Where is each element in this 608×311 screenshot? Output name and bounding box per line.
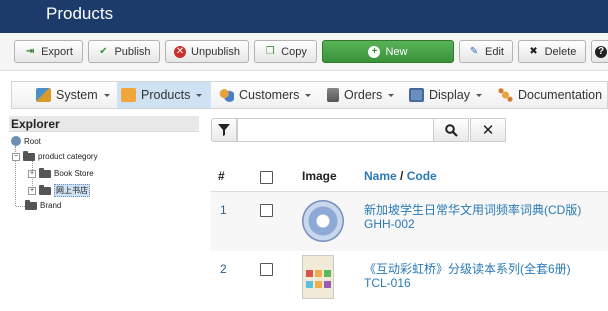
row-checkbox[interactable] — [260, 263, 273, 276]
folder-icon — [39, 184, 51, 195]
menu-orders[interactable]: Orders — [323, 82, 398, 108]
menu-products-label: Products — [141, 88, 191, 102]
edit-label: Edit — [485, 45, 504, 58]
folder-icon — [25, 199, 37, 210]
expand-icon: + — [28, 186, 36, 195]
publish-button[interactable]: ✔ Publish — [88, 40, 160, 63]
copy-label: Copy — [281, 45, 307, 58]
column-name-code[interactable]: Name / Code — [364, 169, 437, 183]
menu-customers-label: Customers — [239, 88, 300, 102]
copy-icon: ❐ — [265, 46, 275, 57]
column-image: Image — [302, 169, 337, 183]
plus-icon: + — [368, 45, 381, 58]
product-image[interactable] — [302, 255, 334, 299]
menu-customers[interactable]: Customers — [215, 82, 315, 108]
tree-node-root[interactable]: Root — [11, 136, 41, 146]
column-name-label: Name — [364, 169, 397, 183]
globe-icon — [11, 136, 21, 146]
export-icon: ⇥ — [25, 46, 35, 57]
tree-node-brand[interactable]: Brand — [25, 199, 62, 210]
page-header: Products — [0, 0, 608, 33]
filter-button[interactable] — [211, 118, 237, 142]
page-title: Products — [46, 4, 114, 23]
explorer-title: Explorer — [9, 116, 199, 132]
chevron-down-icon — [476, 93, 482, 97]
documentation-icon — [498, 88, 513, 102]
collapse-icon: − — [12, 152, 20, 161]
export-label: Export — [41, 45, 73, 58]
export-button[interactable]: ⇥ Export — [14, 40, 83, 63]
delete-button[interactable]: ✖ Delete — [518, 40, 586, 63]
edit-button[interactable]: ✎ Edit — [459, 40, 513, 63]
explorer-panel: Explorer Root − product category + Book … — [9, 116, 199, 311]
check-icon: ✔ — [99, 46, 108, 57]
menu-documentation[interactable]: Documentation — [494, 82, 608, 108]
display-icon — [409, 88, 424, 102]
chevron-down-icon — [388, 93, 395, 97]
menu-display-label: Display — [429, 88, 470, 102]
help-button[interactable]: ? — [591, 40, 608, 63]
tree-node-product-category-label: product category — [38, 152, 98, 161]
menu-documentation-label: Documentation — [518, 88, 603, 102]
new-button[interactable]: + New — [322, 40, 454, 63]
column-number: # — [218, 169, 225, 183]
row-number: 2 — [220, 262, 227, 276]
search-icon — [444, 123, 458, 137]
toolbar: ⇥ Export ✔ Publish ✕ Unpublish ❐ Copy + … — [0, 33, 608, 71]
tree-node-online-store-label: 网上书店 — [54, 184, 90, 197]
table-row: 1 新加坡学生日常华文用词频率词典(CD版) GHH-002 — [211, 192, 608, 251]
product-image[interactable] — [302, 200, 344, 242]
publish-label: Publish — [114, 45, 151, 58]
users-icon — [219, 88, 234, 102]
row-number: 1 — [220, 203, 227, 217]
delete-label: Delete — [544, 45, 577, 58]
menu-orders-label: Orders — [344, 88, 383, 102]
box-icon — [121, 88, 136, 102]
tree-node-book-store[interactable]: + Book Store — [28, 167, 94, 178]
tree-node-book-store-label: Book Store — [54, 169, 94, 178]
unpublish-label: Unpublish — [191, 45, 240, 58]
product-name-link[interactable]: 新加坡学生日常华文用词频率词典(CD版) — [364, 201, 581, 218]
folder-icon — [39, 167, 51, 178]
menu-system-label: System — [56, 88, 98, 102]
product-code-link[interactable]: TCL-016 — [364, 276, 411, 290]
column-code-label: Code — [406, 169, 437, 183]
new-label: New — [385, 45, 408, 58]
unpublish-button[interactable]: ✕ Unpublish — [165, 40, 249, 63]
copy-button[interactable]: ❐ Copy — [254, 40, 317, 63]
column-separator: / — [400, 169, 404, 183]
product-code-link[interactable]: GHH-002 — [364, 217, 415, 231]
row-checkbox[interactable] — [260, 204, 273, 217]
search-input[interactable] — [237, 118, 434, 142]
chevron-down-icon — [196, 93, 203, 97]
chevron-down-icon — [305, 93, 312, 97]
main-menu: System Products Customers Orders Display… — [11, 81, 608, 109]
menu-products[interactable]: Products — [117, 82, 211, 108]
tree-node-root-label: Root — [24, 136, 41, 146]
tree-node-brand-label: Brand — [40, 201, 62, 210]
table-row: 2 《互动彩虹桥》分级读本系列(全套6册) TCL-016 — [211, 251, 608, 310]
folder-icon — [23, 150, 35, 161]
unpublish-icon: ✕ — [174, 45, 187, 58]
filter-icon — [218, 124, 230, 136]
tree-node-online-store[interactable]: + 网上书店 — [28, 184, 90, 197]
close-icon: ✖ — [529, 46, 538, 57]
edit-icon: ✎ — [469, 46, 479, 57]
expand-icon: + — [28, 169, 36, 178]
chevron-down-icon — [103, 93, 110, 97]
clear-search-button[interactable]: ✕ — [470, 118, 506, 142]
select-all-checkbox[interactable] — [260, 171, 273, 184]
product-name-link[interactable]: 《互动彩虹桥》分级读本系列(全套6册) — [364, 260, 571, 277]
orders-icon — [327, 88, 339, 102]
menu-display[interactable]: Display — [405, 82, 486, 108]
table-header: # Image Name / Code — [211, 160, 608, 192]
tree-node-product-category[interactable]: − product category — [12, 150, 98, 161]
search-button[interactable] — [433, 118, 469, 142]
help-icon: ? — [595, 45, 607, 58]
menu-system[interactable]: System — [32, 82, 114, 108]
tools-icon — [36, 88, 51, 102]
close-icon: ✕ — [481, 122, 495, 139]
tree-line — [16, 206, 25, 207]
